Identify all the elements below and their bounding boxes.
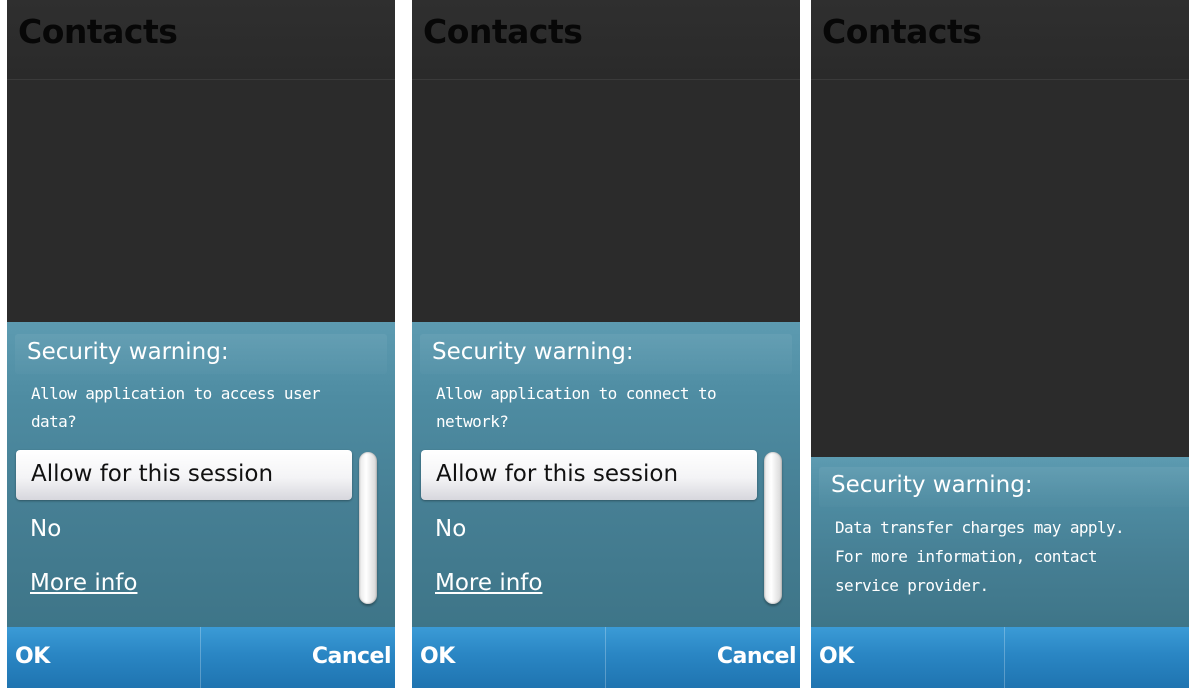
message-line: Data transfer charges may apply.: [835, 518, 1125, 537]
security-warning-dialog: Security warning: Allow application to c…: [412, 322, 800, 627]
phone-screen-data-charges: Contacts Security warning: Data transfer…: [811, 0, 1189, 688]
dialog-title-bar: Security warning:: [819, 467, 1189, 507]
security-warning-dialog: Security warning: Allow application to a…: [7, 322, 395, 627]
softkey-bar: OK: [811, 627, 1189, 688]
phone-screen-access-user-data: Contacts Security warning: Allow applica…: [7, 0, 395, 688]
message-line: Allow application to connect to: [436, 384, 717, 403]
security-warning-dialog: Security warning: Data transfer charges …: [811, 457, 1189, 627]
option-allow-for-session[interactable]: Allow for this session: [421, 450, 757, 500]
dialog-title-bar: Security warning:: [420, 334, 792, 374]
dialog-message: Allow application to access user data?: [31, 380, 355, 436]
title-bar: Contacts: [7, 0, 395, 80]
dialog-title: Security warning:: [27, 339, 229, 365]
message-line: data?: [31, 412, 77, 431]
message-line: network?: [436, 412, 509, 431]
cancel-button[interactable]: Cancel: [717, 644, 797, 669]
option-no[interactable]: No: [30, 516, 61, 542]
option-no[interactable]: No: [435, 516, 466, 542]
message-line: Allow application to access user: [31, 384, 321, 403]
softkey-bar: OK Cancel: [7, 627, 395, 688]
ok-button[interactable]: OK: [420, 644, 455, 669]
softkey-bar: OK Cancel: [412, 627, 800, 688]
cancel-button[interactable]: Cancel: [312, 644, 392, 669]
dialog-message: Data transfer charges may apply. For mor…: [835, 513, 1179, 600]
dialog-title: Security warning:: [432, 339, 634, 365]
option-allow-for-session[interactable]: Allow for this session: [16, 450, 352, 500]
scrollbar[interactable]: [764, 452, 782, 604]
ok-button[interactable]: OK: [819, 644, 854, 669]
phone-screen-connect-network: Contacts Security warning: Allow applica…: [412, 0, 800, 688]
scrollbar[interactable]: [359, 452, 377, 604]
ok-button[interactable]: OK: [15, 644, 50, 669]
option-label: Allow for this session: [436, 461, 679, 487]
dialog-message: Allow application to connect to network?: [436, 380, 760, 436]
title-bar: Contacts: [811, 0, 1189, 80]
message-line: For more information, contact: [835, 547, 1098, 566]
app-title: Contacts: [18, 12, 178, 51]
more-info-link[interactable]: More info: [30, 570, 137, 596]
option-label: Allow for this session: [31, 461, 274, 487]
softkey-divider: [1004, 627, 1005, 688]
app-title: Contacts: [423, 12, 583, 51]
dialog-title-bar: Security warning:: [15, 334, 387, 374]
app-title: Contacts: [822, 12, 982, 51]
dialog-title: Security warning:: [831, 472, 1033, 498]
softkey-divider: [200, 627, 201, 688]
more-info-link[interactable]: More info: [435, 570, 542, 596]
message-line: service provider.: [835, 576, 989, 595]
softkey-divider: [605, 627, 606, 688]
title-bar: Contacts: [412, 0, 800, 80]
